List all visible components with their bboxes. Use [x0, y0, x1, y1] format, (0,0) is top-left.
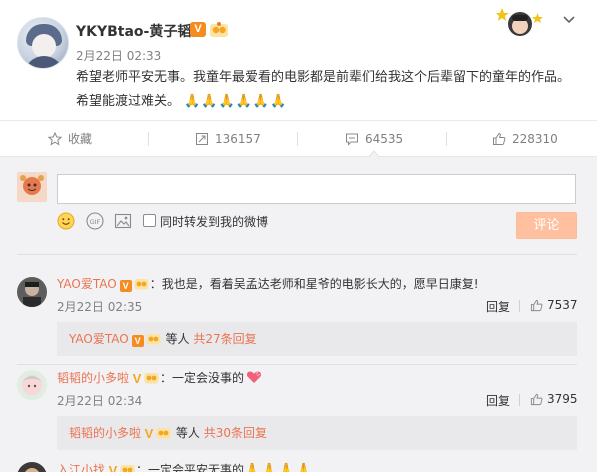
thumbs-up-icon	[493, 132, 506, 145]
reply-count-link[interactable]: 共30条回复	[204, 426, 267, 440]
verified-badge-icon: V	[144, 426, 154, 441]
comment-line: 韬韬的小多啦 V ：一定会没事的	[57, 370, 262, 386]
commenter-avatar[interactable]	[17, 277, 47, 307]
heart-emoji-icon	[246, 371, 262, 383]
reply-count-link[interactable]: 共27条回复	[193, 332, 256, 346]
thumbs-up-icon	[530, 393, 543, 405]
repost-count: 136157	[215, 132, 261, 146]
reply-button[interactable]: 回复	[486, 298, 510, 315]
comment-like-count: 3795	[547, 392, 578, 406]
thumbs-up-icon	[530, 299, 543, 311]
like-count: 228310	[512, 132, 558, 146]
favorite-label: 收藏	[68, 132, 93, 146]
chevron-down-icon[interactable]	[562, 13, 576, 27]
reply-summary-mid: 等人	[165, 332, 190, 346]
comment-line: YAO爱TAO V ：我也是，看着吴孟达老师和星爷的电影长大的，愿早日康复!	[57, 276, 479, 292]
caret-up-icon	[368, 150, 380, 158]
commenter-name[interactable]: 韬韬的小多啦	[57, 371, 129, 385]
verified-badge-icon[interactable]: V	[119, 280, 132, 292]
comment-text: ：一定会没事的	[160, 371, 245, 385]
commenter-name[interactable]: 入江小找	[57, 463, 105, 472]
post-action-bar: 收藏 136157 64535 228310	[0, 120, 597, 156]
post-content: 希望老师平安无事。我童年最爱看的电影都是前辈们给我这个后辈留下的童年的作品。希望…	[76, 66, 576, 114]
reply-user-name[interactable]: YAO爱TAO	[69, 332, 129, 346]
comment-timestamp: 2月22日 02:35	[57, 300, 143, 314]
gif-icon[interactable]: GIF	[86, 212, 104, 230]
author-avatar[interactable]	[17, 17, 69, 69]
repost-icon	[196, 133, 208, 145]
repost-button[interactable]: 136157	[195, 121, 261, 157]
reply-button[interactable]: 回复	[486, 392, 510, 409]
verified-badge-icon[interactable]: V	[108, 464, 118, 472]
post-text: 希望老师平安无事。我童年最爱看的电影都是前辈们给我这个后辈留下的童年的作品。希望…	[76, 70, 571, 109]
comment-like-button[interactable]: 7537	[530, 298, 578, 312]
comment-like-count: 7537	[547, 298, 578, 312]
comment-line: 入江小找 V ：一定会平安无事的🙏🙏🙏🙏	[57, 462, 313, 472]
member-crown-icon	[146, 334, 161, 345]
commenter-name[interactable]: YAO爱TAO	[57, 277, 117, 291]
verified-badge-icon: V	[131, 335, 144, 347]
svg-text:GIF: GIF	[90, 218, 101, 226]
repost-checkbox[interactable]	[143, 214, 156, 227]
emoji-icon[interactable]	[57, 212, 75, 230]
comment-input[interactable]	[57, 174, 576, 204]
comment-timestamp: 2月22日 02:34	[57, 394, 143, 408]
reply-user-name[interactable]: 韬韬的小多啦	[69, 426, 141, 440]
star-icon	[48, 132, 62, 146]
divider	[17, 364, 577, 365]
decorative-avatar-icon	[496, 8, 543, 36]
post-timestamp[interactable]: 2月22日 02:33	[76, 47, 161, 64]
comment-text: ：一定会平安无事的	[136, 463, 245, 472]
reply-summary[interactable]: 韬韬的小多啦 V 等人 共30条回复	[57, 416, 577, 450]
reply-summary-mid: 等人	[175, 426, 200, 440]
commenter-avatar[interactable]	[17, 370, 47, 400]
member-crown-icon[interactable]	[134, 277, 149, 290]
weibo-post: YKYBtao-黄子韬 V 2月22日 02:33 希望老师平安无事。我童年最爱…	[0, 0, 597, 120]
member-crown-icon[interactable]	[120, 463, 135, 472]
member-crown-icon[interactable]	[209, 21, 229, 38]
comment-icon	[346, 133, 358, 146]
member-crown-icon	[156, 428, 171, 439]
image-icon[interactable]	[114, 212, 132, 230]
member-crown-icon[interactable]	[144, 371, 159, 384]
verified-badge-icon[interactable]: V	[190, 22, 206, 37]
repost-checkbox-label[interactable]: 同时转发到我的微博	[160, 213, 268, 230]
reply-summary[interactable]: YAO爱TAO V 等人 共27条回复	[57, 322, 577, 356]
divider	[17, 254, 577, 255]
submit-comment-button[interactable]: 评论	[516, 212, 577, 239]
author-name[interactable]: YKYBtao-黄子韬	[76, 21, 191, 41]
pray-emoji: 🙏🙏🙏🙏🙏🙏	[184, 94, 288, 109]
comment-like-button[interactable]: 3795	[530, 392, 578, 406]
comment-text: ：我也是，看着吴孟达老师和星爷的电影长大的，愿早日康复!	[149, 277, 479, 291]
favorite-button[interactable]: 收藏	[48, 121, 92, 157]
pray-emoji: 🙏🙏🙏🙏	[244, 463, 313, 472]
verified-badge-icon[interactable]: V	[132, 372, 142, 385]
like-button[interactable]: 228310	[492, 121, 558, 157]
my-avatar[interactable]	[17, 172, 47, 202]
